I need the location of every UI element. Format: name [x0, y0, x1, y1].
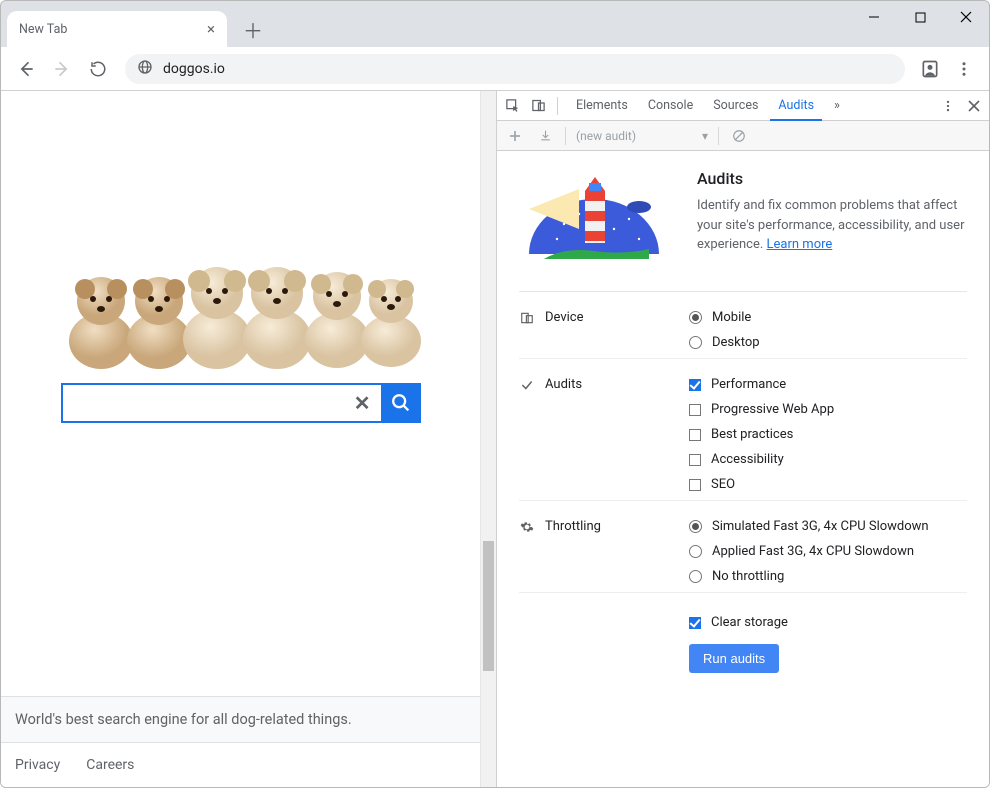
- globe-icon: [137, 59, 153, 79]
- footer-links: Privacy Careers: [1, 743, 480, 787]
- forward-button[interactable]: [45, 52, 79, 86]
- separator: [565, 127, 566, 145]
- new-tab-button[interactable]: ＋: [239, 15, 267, 43]
- window-maximize-button[interactable]: [897, 1, 943, 33]
- browser-tab[interactable]: New Tab ×: [7, 11, 227, 47]
- section-device: Device Mobile Desktop: [519, 292, 967, 359]
- search-button[interactable]: [381, 383, 421, 423]
- option-best-practices[interactable]: Best practices: [689, 427, 967, 442]
- devtools-tab-elements[interactable]: Elements: [566, 91, 638, 120]
- scrollbar-thumb[interactable]: [483, 541, 494, 671]
- tab-strip: New Tab × ＋: [1, 1, 851, 47]
- hero: ✕: [51, 211, 431, 423]
- gear-icon: [519, 519, 535, 535]
- browser-toolbar: doggos.io: [1, 47, 989, 91]
- search-row: ✕: [61, 383, 421, 423]
- device-toggle-icon[interactable]: [527, 95, 549, 117]
- page-viewport-wrap: ✕ World's best search engine for all dog…: [1, 91, 496, 787]
- radio-icon: [689, 336, 702, 349]
- section-audits: Audits Performance Progressive Web App B…: [519, 359, 967, 501]
- section-label-text: Throttling: [545, 519, 601, 534]
- separator: [718, 127, 719, 145]
- radio-icon: [689, 520, 702, 533]
- checkbox-icon: [689, 454, 701, 466]
- checkbox-icon: [689, 429, 701, 441]
- search-input-wrap: ✕: [61, 383, 381, 423]
- section-label-text: Device: [545, 310, 584, 325]
- back-button[interactable]: [9, 52, 43, 86]
- close-icon[interactable]: ×: [207, 20, 215, 38]
- footer-link-careers[interactable]: Careers: [86, 757, 134, 773]
- audits-body: Audits Identify and fix common problems …: [497, 151, 989, 787]
- search-input[interactable]: [73, 394, 350, 413]
- block-icon[interactable]: [729, 126, 749, 146]
- clear-icon[interactable]: ✕: [350, 391, 375, 415]
- option-performance[interactable]: Performance: [689, 377, 967, 392]
- profile-button[interactable]: [915, 54, 945, 84]
- option-desktop[interactable]: Desktop: [689, 335, 967, 350]
- devtools-close-button[interactable]: [963, 95, 985, 117]
- section-label-text: Audits: [545, 377, 582, 392]
- devtools-tab-overflow[interactable]: »: [824, 91, 850, 120]
- devtools-menu-button[interactable]: [937, 95, 959, 117]
- page-main: ✕: [1, 91, 480, 696]
- audits-intro: Audits Identify and fix common problems …: [697, 169, 967, 255]
- window-controls: [851, 1, 989, 47]
- window-close-button[interactable]: [943, 1, 989, 33]
- devtools-panel: Elements Console Sources Audits »: [496, 91, 989, 787]
- radio-icon: [689, 311, 702, 324]
- devtools-tabbar: Elements Console Sources Audits »: [497, 91, 989, 121]
- inspect-element-icon[interactable]: [501, 95, 523, 117]
- option-pwa[interactable]: Progressive Web App: [689, 402, 967, 417]
- devtools-tab-sources[interactable]: Sources: [703, 91, 768, 120]
- page-scrollbar[interactable]: [480, 91, 496, 787]
- device-icon: [519, 310, 535, 326]
- download-icon[interactable]: [535, 126, 555, 146]
- chevron-double-right-icon: »: [834, 98, 840, 113]
- radio-icon: [689, 545, 702, 558]
- window-minimize-button[interactable]: [851, 1, 897, 33]
- option-mobile[interactable]: Mobile: [689, 310, 967, 325]
- menu-button[interactable]: [947, 52, 981, 86]
- address-bar[interactable]: doggos.io: [125, 54, 905, 84]
- browser-window: New Tab × ＋: [0, 0, 990, 788]
- section-run: Clear storage Run audits: [519, 593, 967, 681]
- checkbox-icon: [689, 379, 701, 391]
- audit-select[interactable]: (new audit): [576, 129, 686, 143]
- reload-button[interactable]: [81, 52, 115, 86]
- checkbox-icon: [689, 404, 701, 416]
- tab-title: New Tab: [19, 22, 67, 37]
- radio-icon: [689, 570, 702, 583]
- tagline: World's best search engine for all dog-r…: [1, 696, 480, 743]
- option-throttle-applied[interactable]: Applied Fast 3G, 4x CPU Slowdown: [689, 544, 967, 559]
- address-bar-text: doggos.io: [163, 61, 225, 77]
- audits-title: Audits: [697, 169, 967, 188]
- audits-description: Identify and fix common problems that af…: [697, 196, 967, 255]
- plus-icon[interactable]: [505, 126, 525, 146]
- checkbox-icon: [689, 479, 701, 491]
- option-clear-storage[interactable]: Clear storage: [689, 615, 967, 630]
- audits-hero: Audits Identify and fix common problems …: [519, 169, 967, 292]
- content-area: ✕ World's best search engine for all dog…: [1, 91, 989, 787]
- option-seo[interactable]: SEO: [689, 477, 967, 492]
- check-icon: [519, 377, 535, 393]
- chevron-down-icon[interactable]: ▾: [702, 129, 708, 143]
- option-accessibility[interactable]: Accessibility: [689, 452, 967, 467]
- section-throttling: Throttling Simulated Fast 3G, 4x CPU Slo…: [519, 501, 967, 593]
- lighthouse-illustration: [519, 169, 669, 269]
- page-viewport: ✕ World's best search engine for all dog…: [1, 91, 480, 787]
- devtools-tab-audits[interactable]: Audits: [768, 91, 824, 120]
- titlebar: New Tab × ＋: [1, 1, 989, 47]
- learn-more-link[interactable]: Learn more: [767, 237, 833, 252]
- footer-link-privacy[interactable]: Privacy: [15, 757, 60, 773]
- devtools-tab-console[interactable]: Console: [638, 91, 703, 120]
- puppies-image: [51, 211, 431, 371]
- separator: [557, 97, 558, 115]
- option-throttle-none[interactable]: No throttling: [689, 569, 967, 584]
- checkbox-icon: [689, 617, 701, 629]
- option-throttle-simulated[interactable]: Simulated Fast 3G, 4x CPU Slowdown: [689, 519, 967, 534]
- run-audits-button[interactable]: Run audits: [689, 644, 779, 673]
- audits-subbar: (new audit) ▾: [497, 121, 989, 151]
